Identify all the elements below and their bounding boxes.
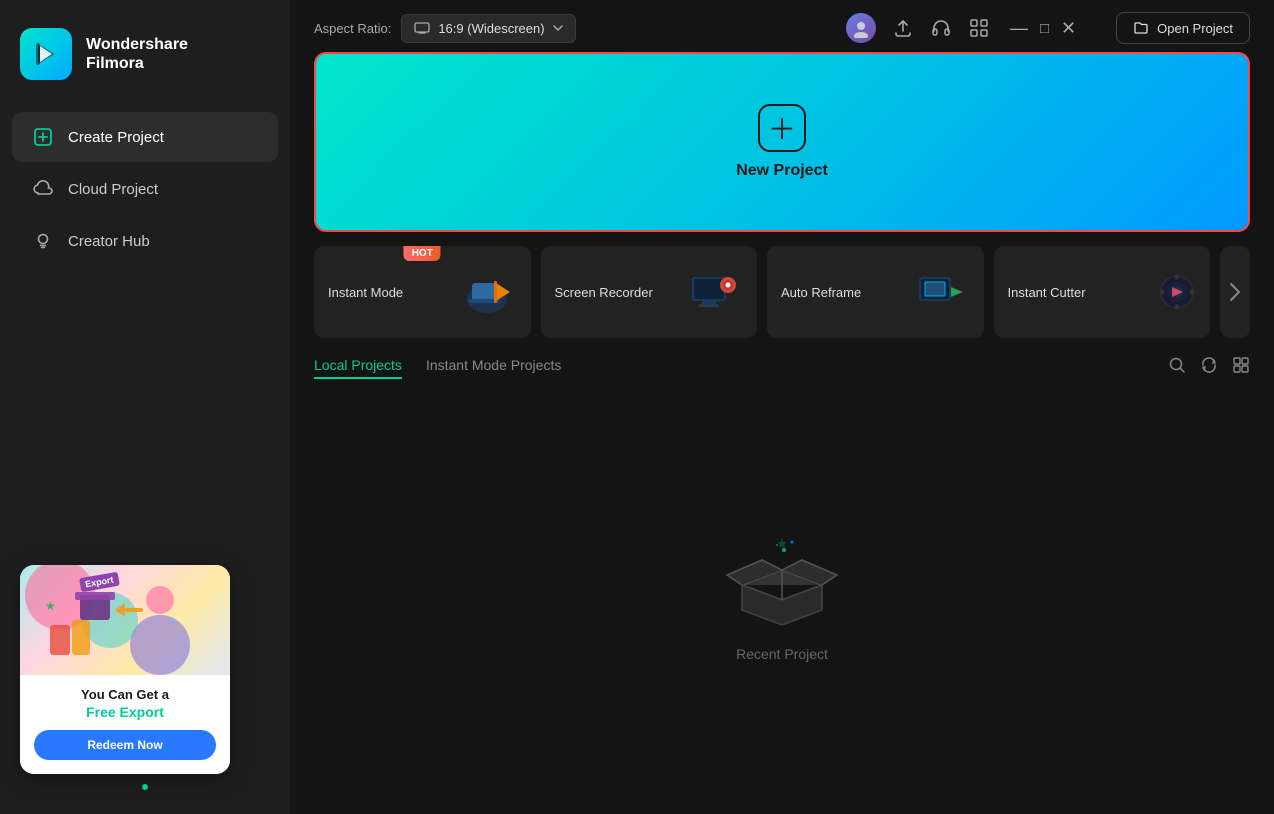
new-project-plus-icon: ＋ [758, 104, 806, 152]
empty-label: Recent Project [736, 646, 828, 662]
close-button[interactable]: ✕ [1061, 19, 1076, 37]
sidebar-item-label: Create Project [68, 129, 164, 146]
tab-group: Local Projects Instant Mode Projects [314, 357, 561, 379]
sidebar-item-creator-hub[interactable]: Creator Hub [12, 216, 278, 266]
upload-icon[interactable] [892, 17, 914, 39]
svg-text:✦: ✦ [170, 617, 178, 628]
sidebar-item-label: Cloud Project [68, 181, 158, 198]
sidebar-nav: Create Project Cloud Project Creator Hub [0, 110, 290, 268]
hot-badge: HOT [404, 246, 441, 261]
aspect-ratio-value: 16:9 (Widescreen) [438, 21, 544, 36]
instant-cutter-icon [1136, 262, 1196, 322]
auto-reframe-icon [910, 262, 970, 322]
sidebar-item-cloud-project[interactable]: Cloud Project [12, 164, 278, 214]
topbar-left: Aspect Ratio: 16:9 (Widescreen) [314, 14, 576, 43]
tool-card-name: Instant Mode [328, 285, 403, 300]
content-area: ＋ New Project HOT Instant Mode [290, 52, 1274, 814]
main-content: Aspect Ratio: 16:9 (Widescreen) [290, 0, 1274, 814]
promo-image: ★ ✦ Export [20, 565, 230, 675]
grid-icon[interactable] [968, 17, 990, 39]
app-logo [20, 28, 72, 80]
window-controls: — □ ✕ [1010, 19, 1076, 37]
grid-view-icon[interactable] [1232, 356, 1250, 379]
tool-card-instant-mode[interactable]: HOT Instant Mode [314, 246, 531, 338]
open-project-button[interactable]: Open Project [1116, 12, 1250, 44]
monitor-icon [414, 22, 430, 34]
app-name: Wondershare Filmora [86, 35, 188, 73]
tab-instant-mode-projects[interactable]: Instant Mode Projects [426, 357, 561, 379]
minimize-button[interactable]: — [1010, 19, 1028, 37]
promo-title: You Can Get a [34, 687, 216, 702]
aspect-ratio-label: Aspect Ratio: [314, 21, 391, 36]
sidebar: Wondershare Filmora Create Project Cloud… [0, 0, 290, 814]
screen-recorder-icon [683, 262, 743, 322]
new-project-banner[interactable]: ＋ New Project [314, 52, 1250, 232]
tab-actions [1168, 356, 1250, 379]
sidebar-item-create-project[interactable]: Create Project [12, 112, 278, 162]
aspect-ratio-dropdown[interactable]: 16:9 (Widescreen) [401, 14, 575, 43]
tool-card-name: Screen Recorder [555, 285, 653, 300]
svg-text:★: ★ [45, 599, 56, 613]
folder-icon [1133, 20, 1149, 36]
chevron-down-icon [553, 25, 563, 32]
tool-cards-row: HOT Instant Mode Screen Recorder [314, 246, 1250, 338]
instant-mode-icon [457, 262, 517, 322]
lightbulb-icon [32, 230, 54, 252]
tab-local-projects[interactable]: Local Projects [314, 357, 402, 379]
tool-card-screen-recorder[interactable]: Screen Recorder [541, 246, 758, 338]
avatar[interactable] [846, 13, 876, 43]
plus-square-icon [32, 126, 54, 148]
sidebar-item-label: Creator Hub [68, 233, 150, 250]
promo-card: ★ ✦ Export You Can Get a Free Export Red… [20, 565, 230, 774]
dot-1 [142, 784, 148, 790]
more-tools-arrow[interactable] [1220, 246, 1250, 338]
chevron-right-icon [1227, 280, 1243, 304]
topbar-icons [846, 13, 990, 43]
refresh-icon[interactable] [1200, 356, 1218, 379]
new-project-label: New Project [736, 162, 828, 180]
tool-card-instant-cutter[interactable]: Instant Cutter [994, 246, 1211, 338]
topbar: Aspect Ratio: 16:9 (Widescreen) [290, 0, 1274, 52]
promo-highlight: Free Export [34, 704, 216, 720]
empty-box-illustration [722, 530, 842, 630]
open-project-label: Open Project [1157, 21, 1233, 36]
maximize-button[interactable]: □ [1040, 21, 1049, 36]
tool-card-auto-reframe[interactable]: Auto Reframe [767, 246, 984, 338]
projects-tabs: Local Projects Instant Mode Projects [314, 356, 1250, 379]
headphone-icon[interactable] [930, 17, 952, 39]
promo-text-area: You Can Get a Free Export Redeem Now [20, 675, 230, 774]
sidebar-bottom: ★ ✦ Export You Can Get a Free Export Red… [0, 549, 290, 814]
search-icon[interactable] [1168, 356, 1186, 379]
topbar-right: — □ ✕ Open Project [846, 12, 1250, 44]
redeem-button[interactable]: Redeem Now [34, 730, 216, 760]
cloud-icon [32, 178, 54, 200]
promo-dots [20, 784, 270, 790]
empty-state: Recent Project [314, 393, 1250, 798]
tool-card-name: Auto Reframe [781, 285, 861, 300]
logo-area: Wondershare Filmora [0, 0, 290, 110]
tool-card-name: Instant Cutter [1008, 285, 1086, 300]
